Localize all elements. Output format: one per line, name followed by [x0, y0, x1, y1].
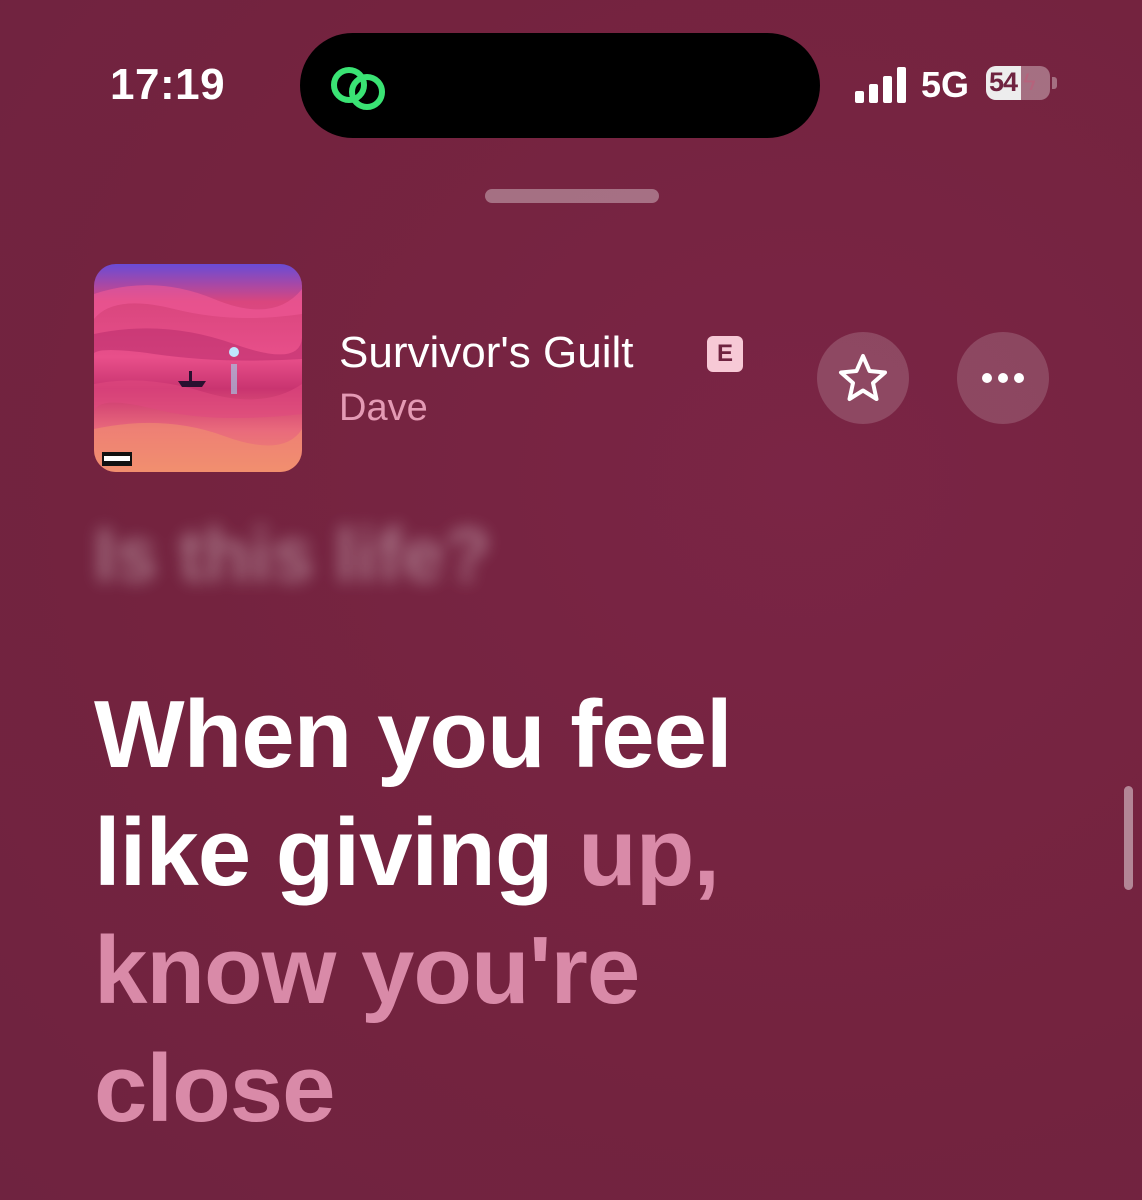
- cellular-signal-icon: [855, 67, 906, 103]
- sung-lyric-text: like giving: [94, 799, 553, 906]
- track-title[interactable]: Survivor's Guilt: [339, 328, 633, 378]
- charging-bolt-icon: ϟ: [1023, 69, 1036, 96]
- artist-name[interactable]: Dave: [339, 387, 428, 430]
- sung-lyric-text: When you feel: [94, 681, 733, 788]
- status-time: 17:19: [110, 60, 226, 109]
- ellipsis-icon: [982, 373, 1024, 383]
- lyrics-view: When you feel like giving up, know you'r…: [94, 676, 854, 1148]
- explicit-badge: E: [707, 336, 743, 372]
- sheet-grabber[interactable]: [485, 189, 659, 203]
- network-type: 5G: [921, 64, 970, 105]
- scroll-indicator[interactable]: [1124, 786, 1133, 890]
- unsung-lyric-text: up,: [578, 799, 720, 906]
- next-lyric-line-1[interactable]: know you're: [94, 912, 854, 1030]
- current-lyric-line-1[interactable]: When you feel: [94, 676, 854, 794]
- battery-icon: 54 ϟ: [986, 66, 1058, 102]
- dynamic-island[interactable]: [300, 33, 820, 138]
- next-lyric-line-2[interactable]: close: [94, 1030, 854, 1148]
- link-rings-icon: [331, 67, 385, 110]
- status-bar: 17:19 5G 54 ϟ: [0, 0, 1142, 150]
- battery-percent: 54: [989, 67, 1018, 97]
- previous-lyric-line[interactable]: Is this life?: [94, 512, 491, 599]
- favorite-button[interactable]: [817, 332, 909, 424]
- album-artwork[interactable]: [94, 264, 302, 472]
- more-options-button[interactable]: [957, 332, 1049, 424]
- current-lyric-line-2[interactable]: like giving up,: [94, 794, 854, 912]
- star-outline-icon: [839, 354, 887, 401]
